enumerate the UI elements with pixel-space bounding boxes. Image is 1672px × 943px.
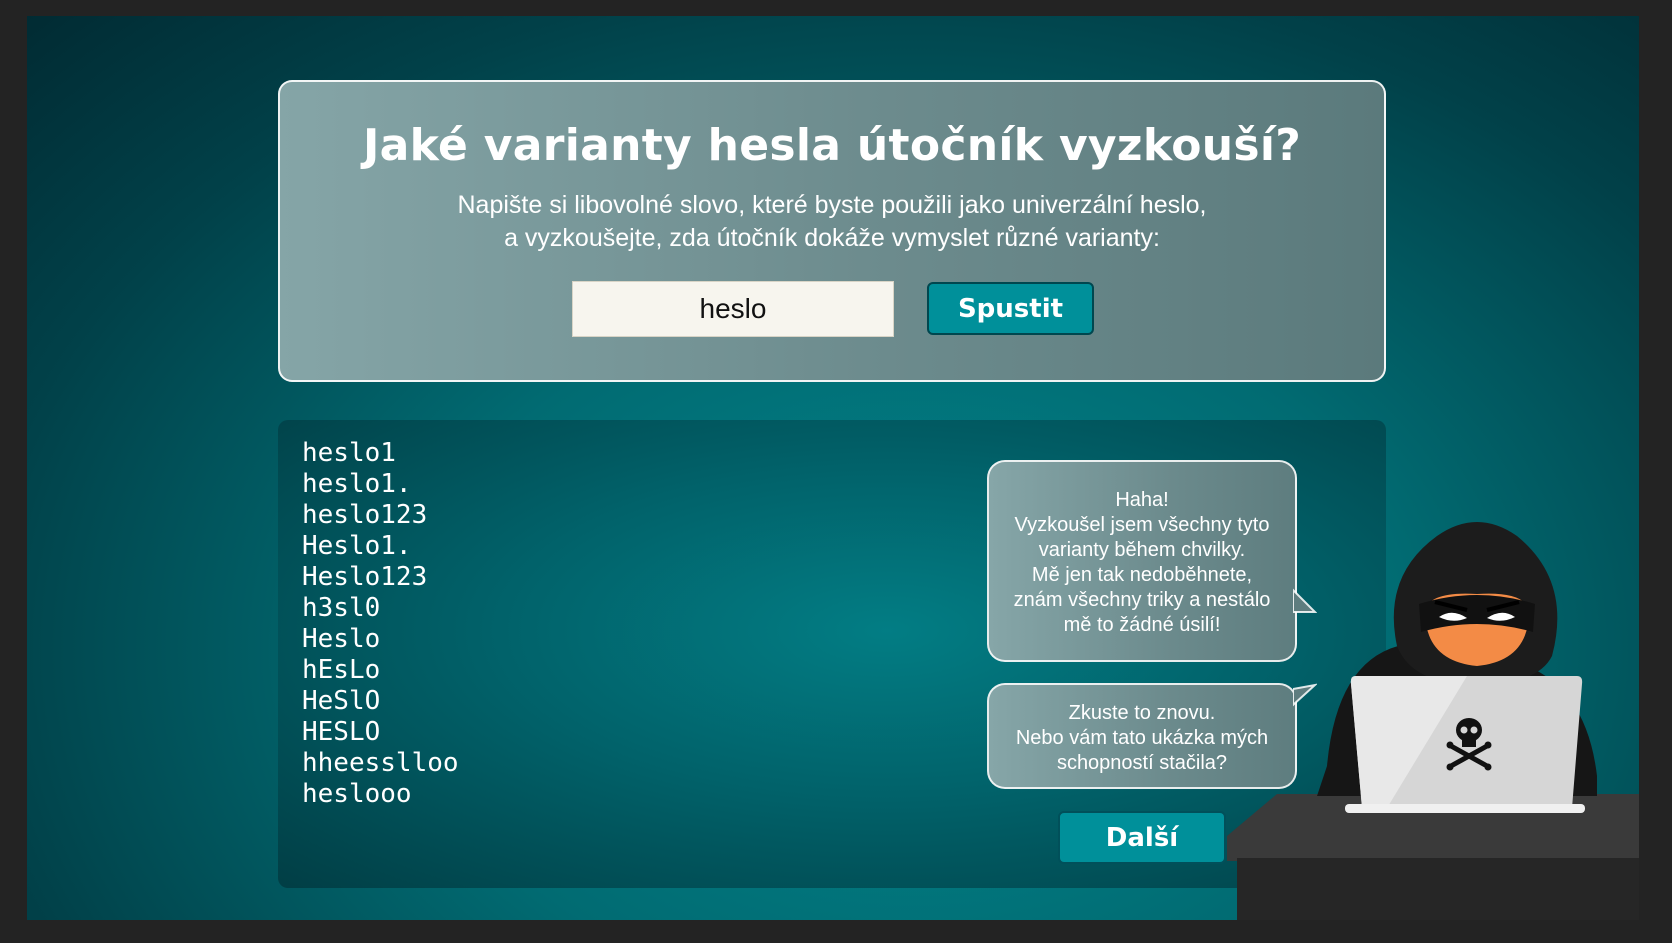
bubble-line: varianty během chvilky. xyxy=(1038,539,1246,561)
laptop-base xyxy=(1345,804,1585,813)
instructions-line-2: a vyzkoušejte, zda útočník dokáže vymysl… xyxy=(504,224,1160,252)
bubble-line: znám všechny triky a nestálo xyxy=(1013,589,1271,611)
speech-bubble-retry: Zkuste to znovu. Nebo vám tato ukázka mý… xyxy=(987,683,1297,789)
list-item: hheesslloo xyxy=(302,748,459,778)
bubble-tail-1 xyxy=(1293,588,1317,613)
list-item: Heslo123 xyxy=(302,562,428,592)
desk-front xyxy=(1237,858,1639,920)
list-item: heslooo xyxy=(302,779,412,809)
bubble-line: schopností stačila? xyxy=(1056,752,1228,774)
password-word-input[interactable] xyxy=(572,281,894,337)
bubble-line: Nebo vám tato ukázka mých xyxy=(1015,727,1269,749)
instructions: Napište si libovolné slovo, které byste … xyxy=(280,189,1384,255)
speech-bubble-taunt: Haha! Vyzkoušel jsem všechny tyto varian… xyxy=(987,460,1297,662)
bubble-tail-2 xyxy=(1293,683,1317,707)
list-item: HESLO xyxy=(302,717,381,747)
bubble-line: Vyzkoušel jsem všechny tyto xyxy=(1014,514,1270,536)
list-item: Heslo1. xyxy=(302,531,412,561)
bubble-line: mě to žádné úsilí! xyxy=(1063,614,1221,636)
slide-stage: Jaké varianty hesla útočník vyzkouší? Na… xyxy=(27,16,1639,920)
list-item: HeSlO xyxy=(302,686,381,716)
list-item: hEsLo xyxy=(302,655,381,685)
password-variants-list: heslo1 heslo1. heslo123 Heslo1. Heslo123… xyxy=(302,438,459,810)
bubble-line: Zkuste to znovu. xyxy=(1068,702,1216,724)
intro-card: Jaké varianty hesla útočník vyzkouší? Na… xyxy=(278,80,1386,382)
list-item: h3sl0 xyxy=(302,593,381,623)
list-item: heslo1 xyxy=(302,438,396,468)
bubble-line: Mě jen tak nedoběhnete, xyxy=(1031,564,1253,586)
instructions-line-1: Napište si libovolné slovo, které byste … xyxy=(457,191,1207,219)
bubble-line: Haha! xyxy=(1115,489,1169,511)
list-item: Heslo xyxy=(302,624,381,654)
run-button[interactable]: Spustit xyxy=(927,282,1094,335)
page-title: Jaké varianty hesla útočník vyzkouší? xyxy=(362,120,1302,171)
list-item: heslo123 xyxy=(302,500,428,530)
next-button[interactable]: Další xyxy=(1058,811,1226,864)
list-item: heslo1. xyxy=(302,469,412,499)
